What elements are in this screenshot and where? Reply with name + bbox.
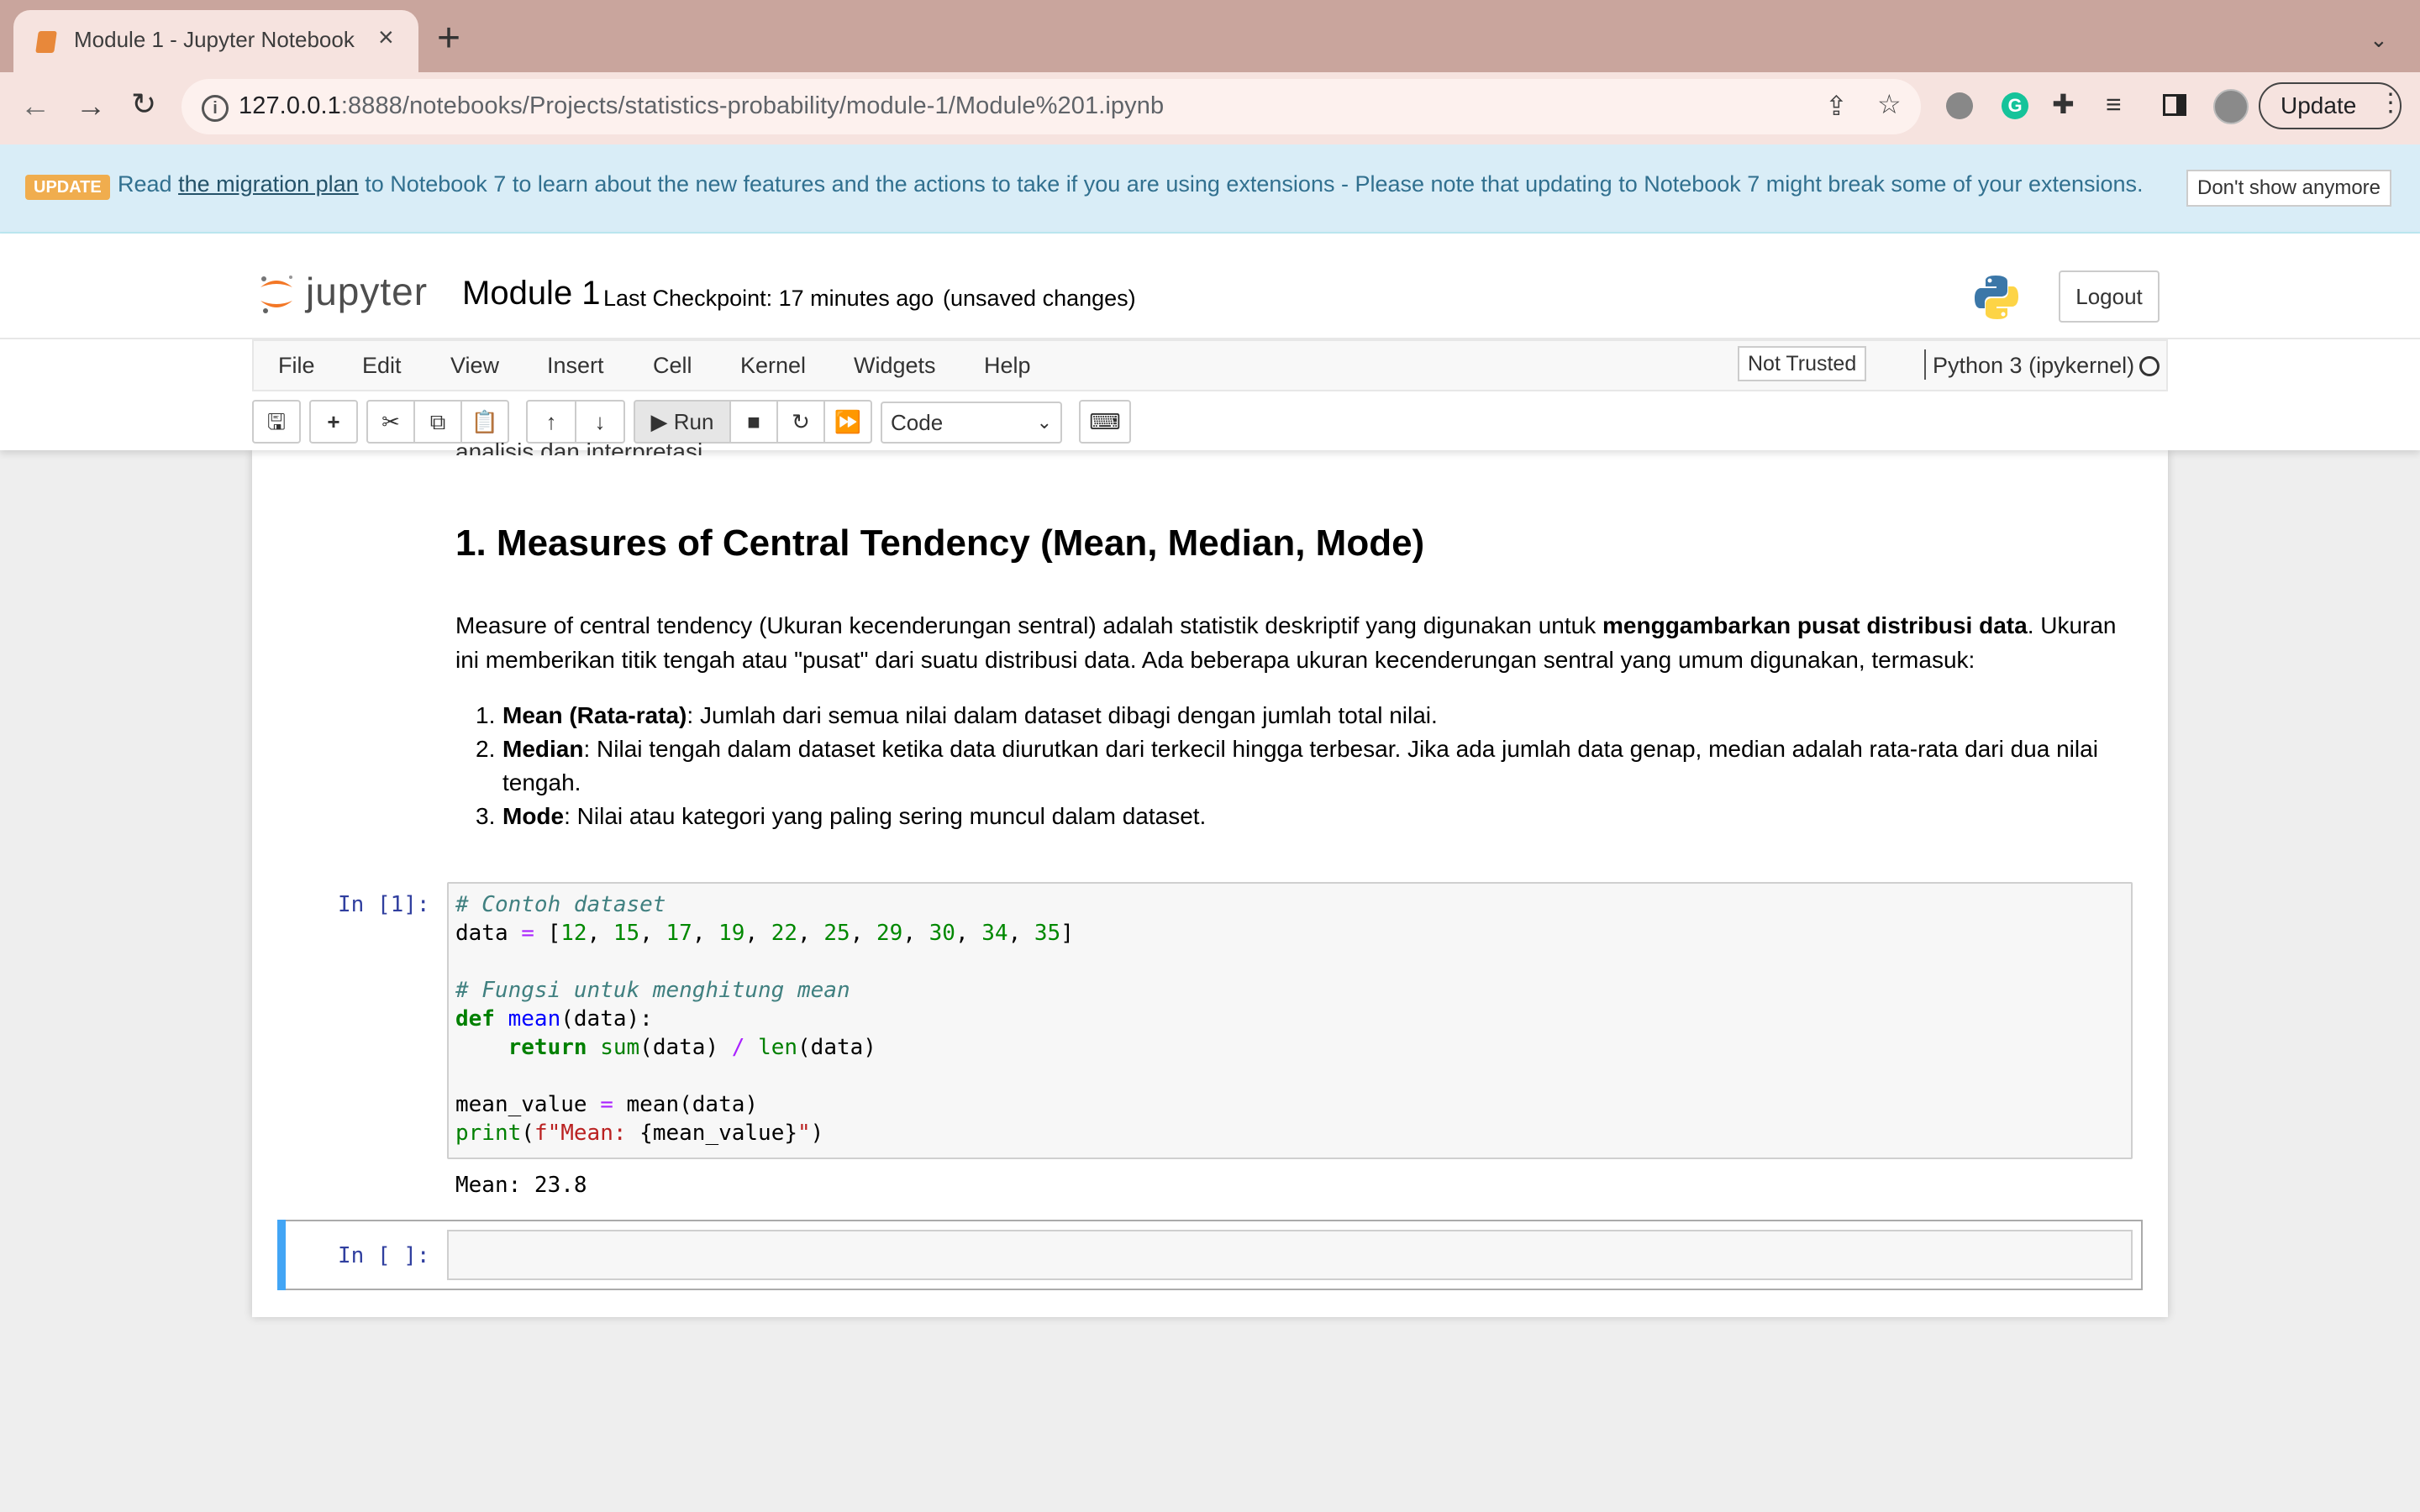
scissors-icon: ✂ <box>381 409 400 434</box>
last-checkpoint: Last Checkpoint: 17 minutes ago <box>603 286 934 311</box>
site-info-icon[interactable]: i <box>202 95 229 122</box>
banner-message: Read the migration plan to Notebook 7 to… <box>118 171 2144 197</box>
menubar <box>252 339 2168 391</box>
migration-plan-link[interactable]: the migration plan <box>178 171 359 197</box>
forward-icon[interactable]: → <box>76 89 106 123</box>
arrow-up-icon: ↑ <box>545 409 557 434</box>
save-icon: 🖫 <box>266 409 287 434</box>
code-line: # Contoh dataset <box>455 892 666 917</box>
menu-kernel[interactable]: Kernel <box>740 353 806 379</box>
command-palette-button[interactable]: ⌨ <box>1079 400 1131 444</box>
close-tab-icon[interactable]: × <box>378 24 394 50</box>
cell1-prompt: In [1]: <box>338 892 430 917</box>
jupyter-logo-text[interactable]: jupyter <box>306 269 428 314</box>
menu-file[interactable]: File <box>278 353 315 379</box>
restart-kernel-button[interactable]: ↻ <box>776 400 825 444</box>
run-button[interactable]: ▶ Run <box>634 400 731 444</box>
notebook-favicon-icon <box>35 31 57 53</box>
cell2-prompt: In [ ]: <box>338 1243 430 1268</box>
cell1-output: Mean: 23.8 <box>455 1173 587 1198</box>
media-queue-icon[interactable]: ≡ <box>2106 91 2122 118</box>
fast-forward-icon: ⏩ <box>834 409 862 434</box>
keyboard-icon: ⌨ <box>1089 409 1121 434</box>
empty-code-input[interactable] <box>447 1230 2133 1280</box>
notebook-name[interactable]: Module 1 <box>462 275 601 312</box>
cut-cells-button[interactable]: ✂ <box>366 400 415 444</box>
menu-widgets[interactable]: Widgets <box>854 353 936 379</box>
new-tab-icon[interactable]: + <box>437 18 460 59</box>
tab-search-chevron-icon[interactable]: ⌄ <box>2370 27 2388 53</box>
selected-cell-indicator <box>277 1220 286 1290</box>
grammarly-icon[interactable]: G <box>2002 92 2028 119</box>
kernel-idle-indicator-icon <box>2139 356 2160 376</box>
kernel-separator <box>1924 349 1926 380</box>
python-logo-icon <box>1975 276 2018 319</box>
code-line: # Fungsi untuk menghitung mean <box>455 978 850 1003</box>
code-cell-source[interactable]: # Contoh dataset data = [12, 15, 17, 19,… <box>455 890 1074 1147</box>
move-down-button[interactable]: ↓ <box>575 400 625 444</box>
restart-run-all-button[interactable]: ⏩ <box>823 400 872 444</box>
save-button[interactable]: 🖫 <box>252 400 301 444</box>
code-line: return sum(data) / len(data) <box>508 1035 876 1060</box>
cell-type-select[interactable]: Code ⌄ <box>881 402 1062 444</box>
clipped-text-line: analisis dan interpretasi. <box>455 438 709 455</box>
logout-button[interactable]: Logout <box>2059 270 2160 323</box>
intro-paragraph: Measure of central tendency (Ukuran kece… <box>455 612 2117 673</box>
unsaved-changes-status: (unsaved changes) <box>943 286 1136 311</box>
plus-icon: + <box>327 409 340 434</box>
code-line: data = [12, 15, 17, 19, 22, 25, 29, 30, … <box>455 921 1074 946</box>
dont-show-anymore-button[interactable]: Don't show anymore <box>2186 170 2391 207</box>
code-line: mean_value = mean(data) <box>455 1092 759 1117</box>
profile-avatar-icon[interactable] <box>2213 89 2249 124</box>
kernel-name[interactable]: Python 3 (ipykernel) <box>1933 353 2134 379</box>
share-icon[interactable]: ⇪ <box>1825 92 1848 119</box>
restart-icon: ↻ <box>792 409 810 434</box>
arrow-down-icon: ↓ <box>594 409 606 434</box>
interrupt-kernel-button[interactable]: ■ <box>729 400 778 444</box>
extensions-puzzle-icon[interactable]: ✚ <box>2052 91 2075 118</box>
menu-cell[interactable]: Cell <box>653 353 692 379</box>
list-item: 2. Median: Nilai tengah dalam dataset ket… <box>476 736 2098 795</box>
move-up-button[interactable]: ↑ <box>526 400 576 444</box>
jupyter-logo-icon[interactable] <box>257 272 296 316</box>
cell-type-value: Code <box>891 410 944 435</box>
copy-icon: ⧉ <box>429 409 446 434</box>
back-icon[interactable]: ← <box>20 89 50 123</box>
run-label: Run <box>673 409 714 434</box>
chevron-down-icon: ⌄ <box>1036 412 1052 433</box>
bookmark-star-icon[interactable]: ☆ <box>1877 91 1902 118</box>
menu-help[interactable]: Help <box>984 353 1031 379</box>
code-line: print(f"Mean: {mean_value}") <box>455 1121 824 1146</box>
play-icon: ▶ <box>650 409 668 434</box>
browser-menu-icon[interactable]: ⋮ <box>2378 91 2403 116</box>
not-trusted-button[interactable]: Not Trusted <box>1738 346 1867 381</box>
url-text[interactable]: 127.0.0.1:8888/notebooks/Projects/statis… <box>239 92 1164 120</box>
menu-insert[interactable]: Insert <box>547 353 604 379</box>
tendency-list: 1. Mean (Rata-rata): Jumlah dari semua ni… <box>476 699 2124 833</box>
copy-cells-button[interactable]: ⧉ <box>413 400 462 444</box>
side-panel-icon[interactable] <box>2163 94 2186 116</box>
update-badge: UPDATE <box>25 175 110 200</box>
section-heading: 1. Measures of Central Tendency (Mean, M… <box>455 522 1425 564</box>
menu-view[interactable]: View <box>450 353 499 379</box>
stop-icon: ■ <box>747 409 760 434</box>
paste-icon: 📋 <box>471 409 499 434</box>
paste-cells-button[interactable]: 📋 <box>460 400 509 444</box>
reload-icon[interactable]: ↻ <box>131 87 156 121</box>
insert-cell-button[interactable]: + <box>309 400 358 444</box>
menu-edit[interactable]: Edit <box>362 353 402 379</box>
tab-title: Module 1 - Jupyter Notebook <box>74 27 355 52</box>
list-item: 3. Mode: Nilai atau kategori yang paling … <box>476 803 1207 829</box>
extension-gear-icon[interactable] <box>1946 92 1973 119</box>
list-item: 1. Mean (Rata-rata): Jumlah dari semua ni… <box>476 702 1438 728</box>
code-line: def mean(data): <box>455 1006 653 1032</box>
